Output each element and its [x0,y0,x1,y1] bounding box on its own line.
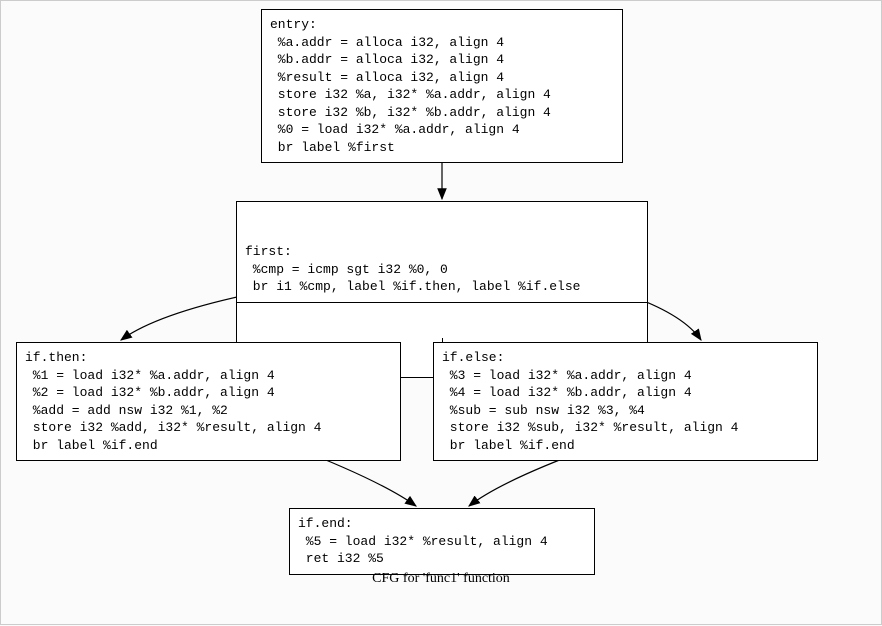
cfg-node-if-then: if.then: %1 = load i32* %a.addr, align 4… [16,342,401,461]
cfg-node-if-end: if.end: %5 = load i32* %result, align 4 … [289,508,595,575]
cfg-node-if-else: if.else: %3 = load i32* %a.addr, align 4… [433,342,818,461]
diagram-caption: CFG for 'func1' function [1,571,881,587]
cfg-node-entry: entry: %a.addr = alloca i32, align 4 %b.… [261,9,623,163]
